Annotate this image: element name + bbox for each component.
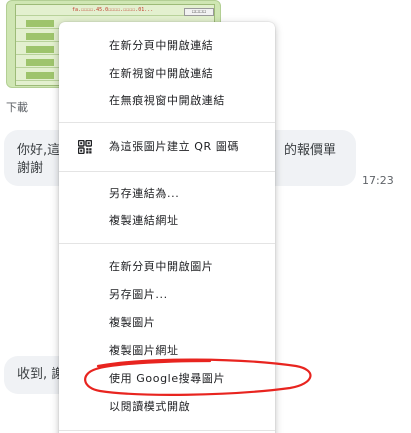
menu-item-open-link-new-tab[interactable]: 在新分頁中開啟連結 <box>59 33 275 59</box>
menu-item-open-reader-mode[interactable]: 以閱讀模式開啟 <box>59 394 275 420</box>
menu-item-create-qr[interactable]: 為這張圖片建立 QR 圖碼 <box>59 134 275 160</box>
menu-item-copy-image-address[interactable]: 複製圖片網址 <box>59 338 275 364</box>
menu-item-label: 為這張圖片建立 QR 圖碼 <box>109 140 240 153</box>
qr-code-icon <box>78 140 92 154</box>
message-text: 謝謝 <box>17 161 44 176</box>
thumbnail-cell <box>26 20 54 27</box>
thumbnail-cell <box>26 33 54 40</box>
thumbnail-cell <box>26 72 54 79</box>
menu-item-search-google-image[interactable]: 使用 Google搜尋圖片 <box>59 366 275 392</box>
menu-item-open-link-new-window[interactable]: 在新視窗中開啟連結 <box>59 61 275 87</box>
thumbnail-cell <box>26 59 54 66</box>
thumbnail-row: fa.☐☐☐☐.45.0☐☐☐☐.☐☐☐☐.01... ☐☐☐☐ <box>16 5 214 16</box>
menu-item-save-link-as[interactable]: 另存連結為... <box>59 181 275 207</box>
menu-item-save-image-as[interactable]: 另存圖片... <box>59 282 275 308</box>
menu-separator <box>59 122 275 123</box>
menu-separator <box>59 430 275 431</box>
message-text: 收到, 謝 <box>17 367 65 382</box>
download-label[interactable]: 下載 <box>6 99 28 115</box>
menu-item-open-link-incognito[interactable]: 在無痕視窗中開啟連結 <box>59 88 275 114</box>
message-text: 的報價單 <box>284 143 337 158</box>
thumbnail-cell <box>26 46 54 53</box>
context-menu: 在新分頁中開啟連結 在新視窗中開啟連結 在無痕視窗中開啟連結 為這張圖片建立 Q… <box>59 22 275 433</box>
message-timestamp: 17:23 <box>362 174 394 187</box>
thumbnail-link: fa.☐☐☐☐.45.0☐☐☐☐.☐☐☐☐.01... <box>72 7 154 13</box>
menu-separator <box>59 243 275 244</box>
menu-item-open-image-new-tab[interactable]: 在新分頁中開啟圖片 <box>59 254 275 280</box>
menu-item-copy-link-address[interactable]: 複製連結網址 <box>59 208 275 234</box>
message-text: 你好,這 <box>17 143 61 158</box>
menu-separator <box>59 171 275 172</box>
thumbnail-button: ☐☐☐☐ <box>184 8 214 16</box>
menu-item-copy-image[interactable]: 複製圖片 <box>59 310 275 336</box>
